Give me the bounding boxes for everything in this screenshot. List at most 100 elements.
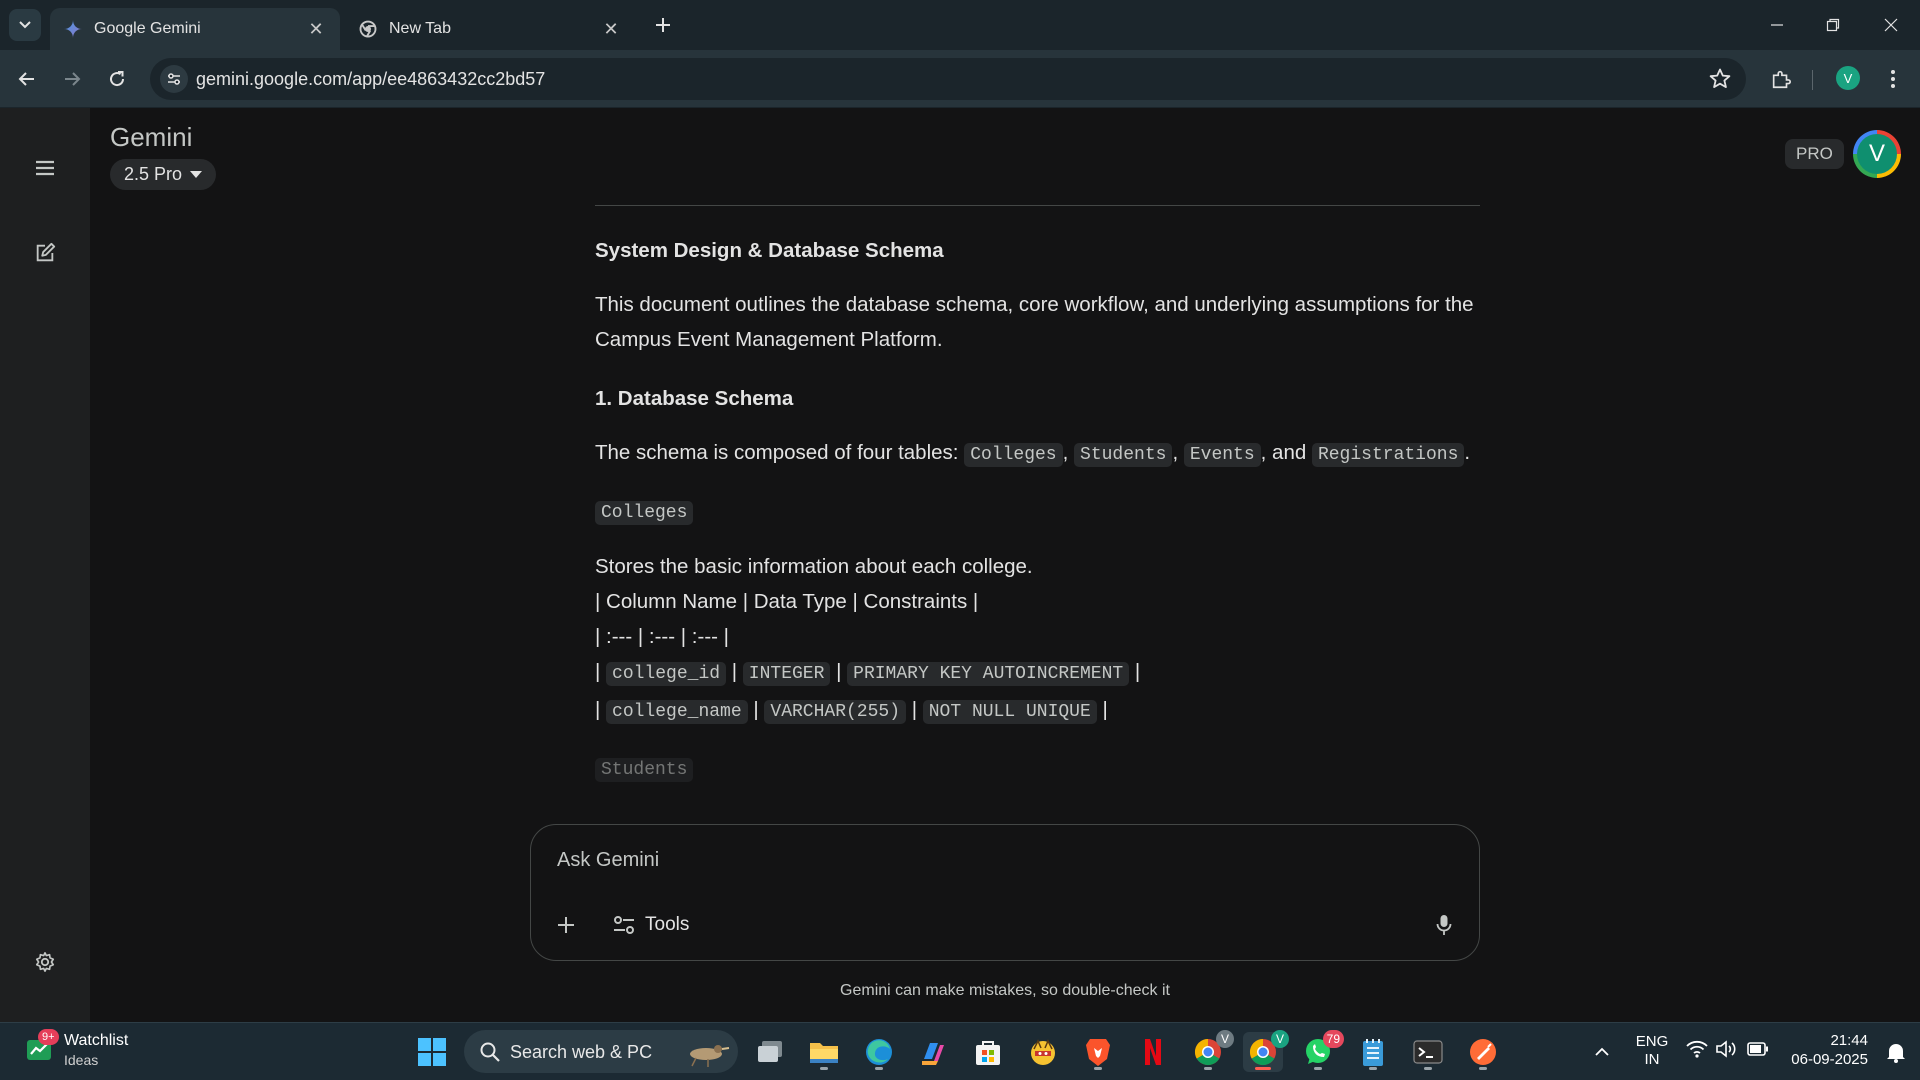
close-icon[interactable]: ✕	[306, 19, 326, 40]
taskbar-ninja-app[interactable]	[1023, 1032, 1063, 1072]
start-button[interactable]	[412, 1032, 452, 1072]
taskbar-chrome-active[interactable]: V	[1243, 1030, 1289, 1072]
taskbar-search[interactable]: Search web & PC	[464, 1030, 738, 1073]
taskbar-netflix[interactable]	[1133, 1032, 1173, 1072]
taskbar-notepad[interactable]	[1353, 1032, 1393, 1072]
taskbar-copilot[interactable]	[913, 1032, 953, 1072]
taskbar-chrome-profile[interactable]: V	[1188, 1030, 1234, 1072]
taskbar-postman[interactable]	[1463, 1032, 1503, 1072]
column-name: college_name	[606, 700, 748, 724]
tab-title: Google Gemini	[94, 20, 201, 37]
disclaimer-text: Gemini can make mistakes, so double-chec…	[840, 982, 1170, 999]
settings-button[interactable]	[25, 942, 65, 982]
pipe: |	[731, 660, 738, 683]
folder-icon	[810, 1043, 838, 1063]
browser-toolbar: gemini.google.com/app/ee4863432cc2bd57 V	[0, 50, 1920, 108]
new-tab-button[interactable]	[650, 12, 676, 38]
taskbar-task-view[interactable]	[750, 1032, 790, 1072]
table-header-line: | Column Name | Data Type | Constraints …	[595, 590, 979, 613]
response-heading: System Design & Database Schema	[595, 239, 944, 262]
plus-icon	[558, 917, 574, 933]
sentence-separator: ,	[1172, 441, 1184, 464]
prompt-input-area[interactable]: Ask Gemini Tools	[530, 824, 1480, 961]
postman-icon	[1470, 1039, 1496, 1065]
forward-button[interactable]	[56, 63, 88, 95]
microphone-button[interactable]	[1427, 908, 1461, 942]
tools-label: Tools	[645, 914, 690, 935]
edge-icon	[866, 1039, 892, 1065]
running-indicator	[1369, 1067, 1377, 1070]
prompt-input[interactable]: Ask Gemini	[557, 849, 659, 872]
bell-icon	[1887, 1044, 1905, 1063]
pipe: |	[595, 698, 601, 721]
taskbar-edge[interactable]	[859, 1032, 899, 1072]
pipe: |	[911, 698, 918, 721]
notifications-button[interactable]	[1876, 1032, 1916, 1072]
tab-title: New Tab	[389, 20, 451, 37]
minimize-button[interactable]	[1754, 10, 1800, 40]
table-label-line: Students	[595, 750, 1480, 788]
model-picker[interactable]: 2.5 Pro	[110, 159, 217, 190]
browser-profile-avatar[interactable]: V	[1836, 66, 1860, 90]
search-icon	[480, 1042, 500, 1062]
address-bar[interactable]: gemini.google.com/app/ee4863432cc2bd57	[150, 58, 1746, 100]
back-button[interactable]	[11, 63, 43, 95]
taskbar-whatsapp[interactable]: 79	[1298, 1030, 1344, 1072]
gemini-sidebar	[0, 108, 90, 1022]
app-title: Gemini	[110, 122, 193, 152]
restore-button[interactable]	[1810, 10, 1856, 40]
taskbar-terminal[interactable]	[1408, 1032, 1448, 1072]
inline-code-events: Events	[1183, 443, 1261, 467]
tab-search-button[interactable]	[9, 9, 41, 41]
task-view-icon	[758, 1041, 782, 1062]
running-indicator	[1479, 1067, 1487, 1070]
gemini-sparkle-icon	[64, 20, 82, 38]
running-indicator	[1424, 1067, 1432, 1070]
site-info-button[interactable]	[160, 65, 188, 93]
horizontal-rule	[595, 205, 1480, 206]
clock-date: 06-09-2025	[1791, 1051, 1868, 1068]
main-menu-button[interactable]	[25, 148, 65, 188]
notepad-icon	[1363, 1039, 1383, 1066]
chevron-down-icon	[19, 21, 31, 29]
sentence-prefix: The schema is composed of four tables:	[595, 441, 965, 464]
terminal-icon	[1413, 1040, 1443, 1064]
bird-illustration-icon	[690, 1045, 730, 1067]
taskbar-file-explorer[interactable]	[804, 1032, 844, 1072]
account-avatar[interactable]: V	[1853, 130, 1901, 178]
reload-button[interactable]	[101, 63, 133, 95]
taskbar-store[interactable]	[968, 1032, 1008, 1072]
close-window-button[interactable]	[1868, 10, 1914, 40]
section-title: 1. Database Schema	[595, 387, 794, 410]
new-chat-button[interactable]	[25, 233, 65, 273]
running-indicator	[1204, 1067, 1212, 1070]
taskbar-brave[interactable]	[1078, 1032, 1118, 1072]
caret-down-icon	[190, 170, 203, 178]
arrow-right-icon	[65, 72, 81, 86]
extensions-button[interactable]	[1767, 65, 1795, 93]
pro-badge: PRO	[1785, 139, 1844, 169]
menu-icon	[36, 160, 54, 176]
taskbar: 9+ Watchlist Ideas Search web & PC V V 7…	[0, 1022, 1920, 1080]
browser-menu-button[interactable]	[1879, 65, 1907, 93]
upload-button[interactable]	[549, 908, 583, 942]
bookmark-star-icon[interactable]	[1708, 67, 1732, 91]
colleges-table-block: Stores the basic information about each …	[595, 549, 1480, 730]
show-hidden-icons-button[interactable]	[1582, 1032, 1622, 1072]
tab-new-tab[interactable]: New Tab ✕	[345, 8, 635, 50]
students-label: Students	[595, 758, 694, 782]
battery-icon	[1747, 1042, 1768, 1056]
gear-icon	[35, 952, 55, 972]
close-icon[interactable]: ✕	[601, 19, 621, 40]
tools-button[interactable]: Tools	[613, 909, 689, 941]
wifi-icon	[1686, 1040, 1708, 1058]
brave-lion-icon	[1086, 1039, 1110, 1066]
intro-paragraph: This document outlines the database sche…	[595, 293, 1474, 351]
colleges-label: Colleges	[595, 501, 694, 525]
ninja-cat-icon	[1031, 1039, 1055, 1065]
running-indicator	[1255, 1067, 1271, 1070]
tab-google-gemini[interactable]: Google Gemini ✕	[50, 8, 340, 50]
sentence-separator: ,	[1062, 441, 1075, 464]
watchlist-badge: 9+	[38, 1029, 59, 1045]
toolbar-divider	[1812, 70, 1813, 90]
